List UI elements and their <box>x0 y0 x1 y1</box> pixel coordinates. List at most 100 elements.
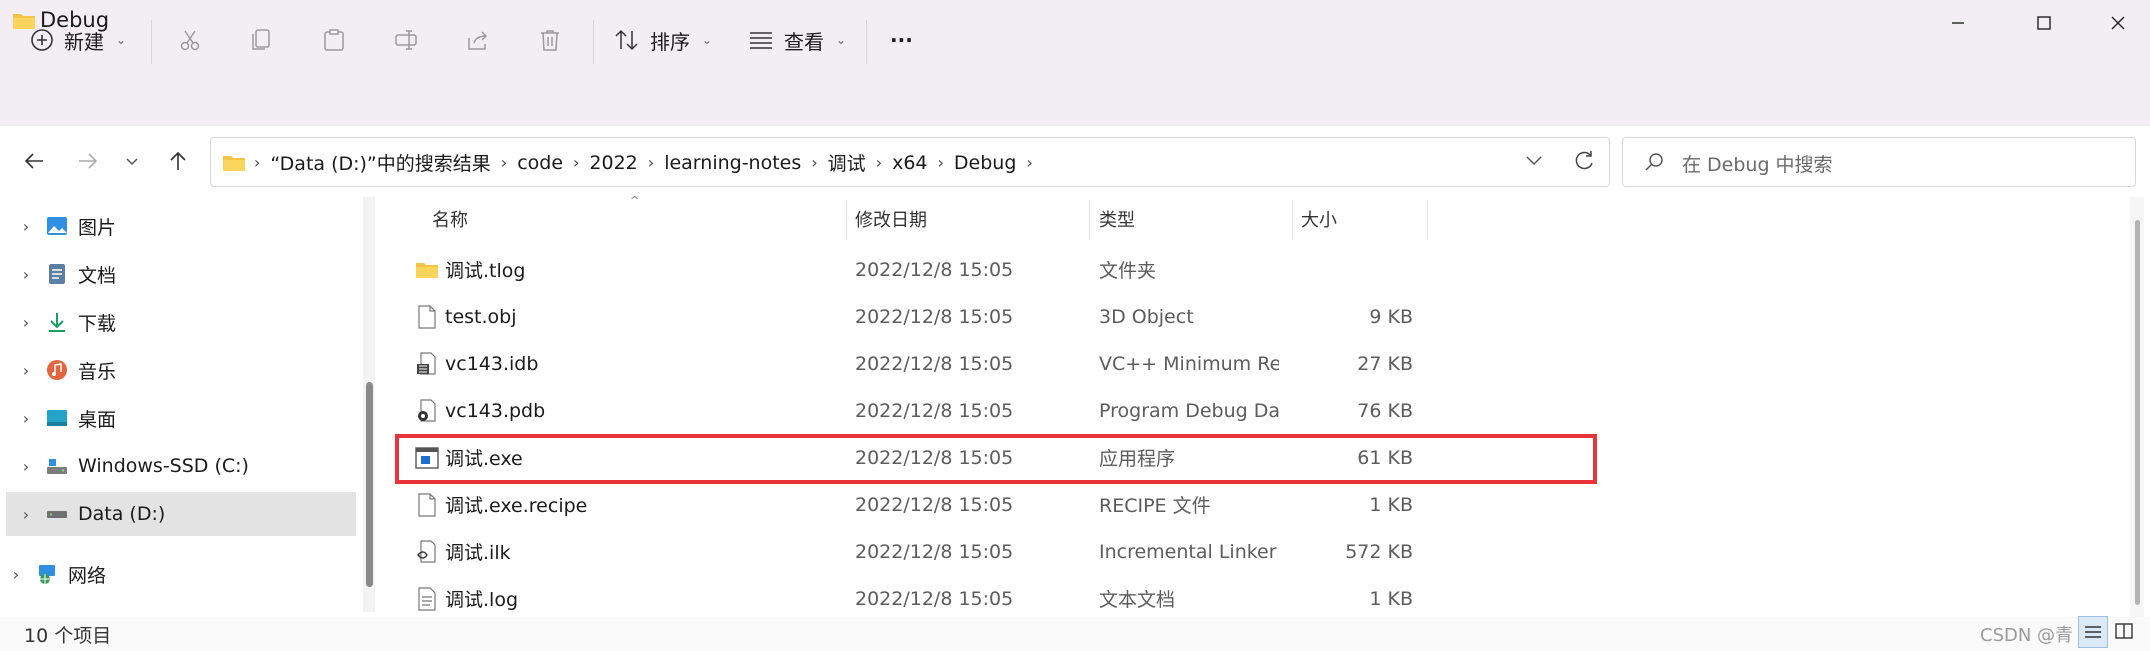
search-icon <box>1645 153 1663 171</box>
file-size: 1 KB <box>1369 587 1413 610</box>
file-date: 2022/12/8 15:05 <box>855 352 1014 375</box>
folder-icon <box>223 155 245 171</box>
breadcrumb-item[interactable]: “Data (D:)”中的搜索结果 <box>270 149 490 176</box>
file-date: 2022/12/8 15:05 <box>855 493 1014 516</box>
rename-icon <box>395 30 417 50</box>
chevron-right-icon: › <box>22 312 30 332</box>
column-divider[interactable] <box>1427 200 1428 240</box>
column-header-name[interactable]: 名称 <box>432 196 842 242</box>
drive-icon <box>47 511 67 518</box>
breadcrumb-item[interactable]: x64 <box>892 152 927 174</box>
column-divider[interactable] <box>1292 200 1293 240</box>
recent-locations-button[interactable] <box>112 141 152 181</box>
more-icon: ··· <box>890 28 913 52</box>
nav-item-documents[interactable]: › 文档 <box>6 252 356 296</box>
file-name: vc143.idb <box>445 352 539 375</box>
file-row[interactable]: 调试.tlog 2022/12/8 15:05 文件夹 <box>395 246 1430 293</box>
chevron-down-icon: ⌄ <box>116 33 127 47</box>
breadcrumb-item[interactable]: learning-notes <box>664 152 801 174</box>
add-icon <box>31 29 53 51</box>
file-type: 文本文档 <box>1099 589 1176 611</box>
new-label: 新建 <box>64 29 104 54</box>
paste-icon <box>324 29 344 51</box>
column-divider[interactable] <box>846 200 847 240</box>
chevron-right-icon: › <box>22 456 30 476</box>
cut-icon <box>180 30 200 51</box>
drive-icon <box>47 459 67 474</box>
column-header-type[interactable]: 类型 <box>1099 196 1289 242</box>
arrow-left-icon <box>24 153 43 169</box>
view-button[interactable]: 查看 ⌄ <box>748 18 846 62</box>
nav-item-pictures[interactable]: › 图片 <box>6 204 356 248</box>
breadcrumb-item[interactable]: code <box>517 152 563 174</box>
cut-button[interactable] <box>178 18 202 62</box>
chevron-right-icon: › <box>500 153 508 172</box>
minimize-button[interactable] <box>1926 0 1990 46</box>
file-row[interactable]: test.obj 2022/12/8 15:05 3D Object 9 KB <box>395 293 1430 340</box>
delete-button[interactable] <box>538 18 562 62</box>
file-size: 1 KB <box>1369 493 1413 516</box>
new-button[interactable]: 新建 ⌄ <box>30 18 126 62</box>
column-header-date[interactable]: 修改日期 <box>855 196 1085 242</box>
nav-scrollbar-thumb[interactable] <box>366 382 373 587</box>
nav-item-downloads[interactable]: › 下载 <box>6 300 356 344</box>
column-size-label: 大小 <box>1301 210 1337 231</box>
share-button[interactable] <box>466 18 490 62</box>
toolbar-divider <box>151 20 152 64</box>
breadcrumb-item[interactable]: 2022 <box>589 152 637 174</box>
nav-item-network[interactable]: › 网络 <box>0 552 346 596</box>
address-history-button[interactable] <box>1514 141 1554 181</box>
forward-button[interactable] <box>68 141 108 181</box>
file-icon <box>415 293 439 340</box>
maximize-button[interactable] <box>2012 0 2076 46</box>
file-list-scrollbar-thumb[interactable] <box>2135 220 2140 605</box>
rename-button[interactable] <box>394 18 418 62</box>
refresh-button[interactable] <box>1564 141 1604 181</box>
column-header-size[interactable]: 大小 <box>1301 196 1431 242</box>
file-row[interactable]: vc143.pdb 2022/12/8 15:05 Program Debug … <box>395 387 1430 434</box>
nav-item-label: 文档 <box>78 264 117 287</box>
maximize-icon <box>2037 16 2051 30</box>
chevron-right-icon: › <box>22 504 30 524</box>
nav-item-drive-c[interactable]: › Windows-SSD (C:) <box>6 444 356 488</box>
file-row[interactable]: 调试.log 2022/12/8 15:05 文本文档 1 KB <box>395 575 1430 622</box>
item-count: 10 个项目 <box>24 625 112 647</box>
file-row[interactable]: 调试.exe.recipe 2022/12/8 15:05 RECIPE 文件 … <box>395 481 1430 528</box>
nav-item-music[interactable]: › 音乐 <box>6 348 356 392</box>
highlight-box <box>395 434 1597 484</box>
breadcrumb-item[interactable]: 调试 <box>828 149 866 176</box>
chevron-right-icon: › <box>1026 153 1033 172</box>
share-icon <box>468 31 488 50</box>
more-options-button[interactable]: ··· <box>890 18 913 62</box>
up-button[interactable] <box>158 141 198 181</box>
paste-button[interactable] <box>322 18 346 62</box>
copy-button[interactable] <box>250 18 274 62</box>
sort-button[interactable]: 排序 ⌄ <box>614 18 712 62</box>
close-icon <box>2111 16 2125 30</box>
nav-item-desktop[interactable]: › 桌面 <box>6 396 356 440</box>
ilk-file-icon <box>415 528 439 575</box>
toolbar-divider <box>866 20 867 64</box>
column-divider[interactable] <box>1089 200 1090 240</box>
arrow-right-icon <box>79 153 98 169</box>
file-name: 调试.exe.recipe <box>445 495 588 517</box>
file-type: Incremental Linker ... <box>1099 540 1279 563</box>
file-row[interactable]: 调试.ilk 2022/12/8 15:05 Incremental Linke… <box>395 528 1430 575</box>
close-button[interactable] <box>2086 0 2150 46</box>
file-date: 2022/12/8 15:05 <box>855 540 1014 563</box>
arrow-up-icon <box>170 151 186 170</box>
trash-icon <box>541 30 559 51</box>
nav-item-drive-d[interactable]: › Data (D:) <box>6 492 356 536</box>
file-row[interactable]: vc143.idb 2022/12/8 15:05 VC++ Minimum R… <box>395 340 1430 387</box>
copy-icon <box>252 29 270 50</box>
nav-item-label: 桌面 <box>78 408 117 431</box>
tiles-view-button[interactable] <box>2110 616 2138 646</box>
nav-item-label: 下载 <box>78 312 117 335</box>
back-button[interactable] <box>14 141 54 181</box>
chevron-right-icon: › <box>573 153 580 172</box>
details-view-button[interactable] <box>2078 616 2108 648</box>
breadcrumb-item[interactable]: Debug <box>954 152 1016 174</box>
desktop-icon <box>47 410 67 426</box>
column-date-label: 修改日期 <box>855 210 927 231</box>
file-type: Program Debug Da... <box>1099 399 1279 422</box>
